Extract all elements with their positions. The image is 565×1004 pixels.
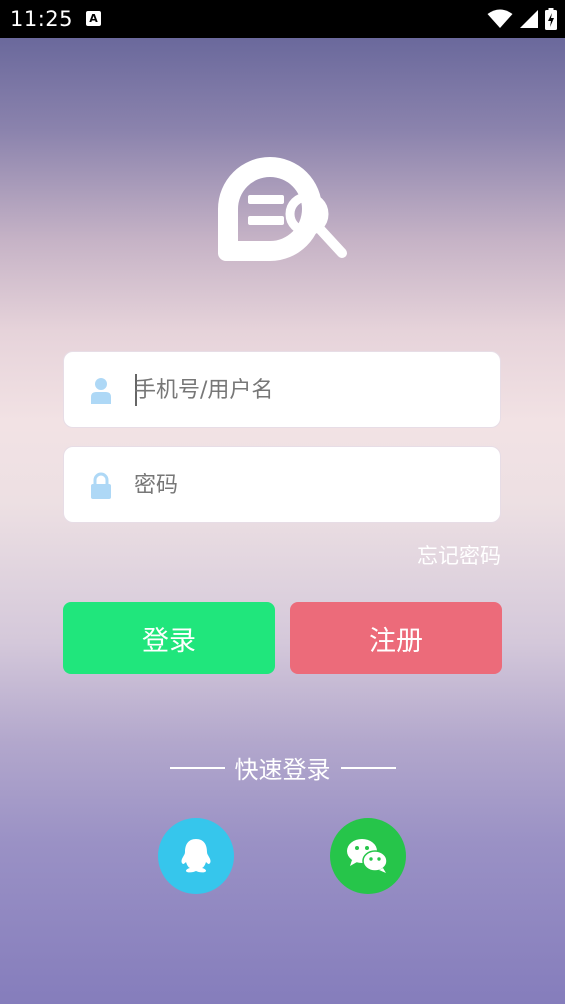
quick-login-title: 快速登录 — [234, 756, 331, 784]
username-input[interactable] — [134, 370, 474, 410]
status-icons — [487, 7, 557, 31]
status-time: 11:25 — [10, 7, 74, 31]
status-bar: 11:25 A — [0, 0, 565, 38]
forgot-password-link[interactable]: 忘记密码 — [417, 540, 501, 570]
signal-icon — [520, 10, 538, 28]
login-button[interactable]: 登录 — [63, 602, 275, 674]
quick-login-heading: 快速登录 — [0, 750, 565, 785]
notification-a-icon: A — [86, 11, 101, 26]
qq-login-button[interactable] — [158, 818, 234, 894]
lock-icon — [91, 472, 111, 499]
divider-line-right — [340, 766, 396, 769]
password-input[interactable] — [134, 465, 474, 505]
wifi-icon — [487, 9, 513, 28]
qq-icon — [181, 839, 211, 873]
wechat-icon — [347, 839, 388, 873]
eq-search-logo-icon — [218, 157, 347, 261]
username-field-container[interactable] — [63, 351, 501, 428]
battery-icon — [545, 8, 557, 30]
divider-line-left — [169, 766, 225, 769]
register-button[interactable]: 注册 — [290, 602, 502, 674]
password-field-container[interactable] — [63, 446, 501, 523]
user-icon — [91, 378, 111, 404]
wechat-login-button[interactable] — [330, 818, 406, 894]
